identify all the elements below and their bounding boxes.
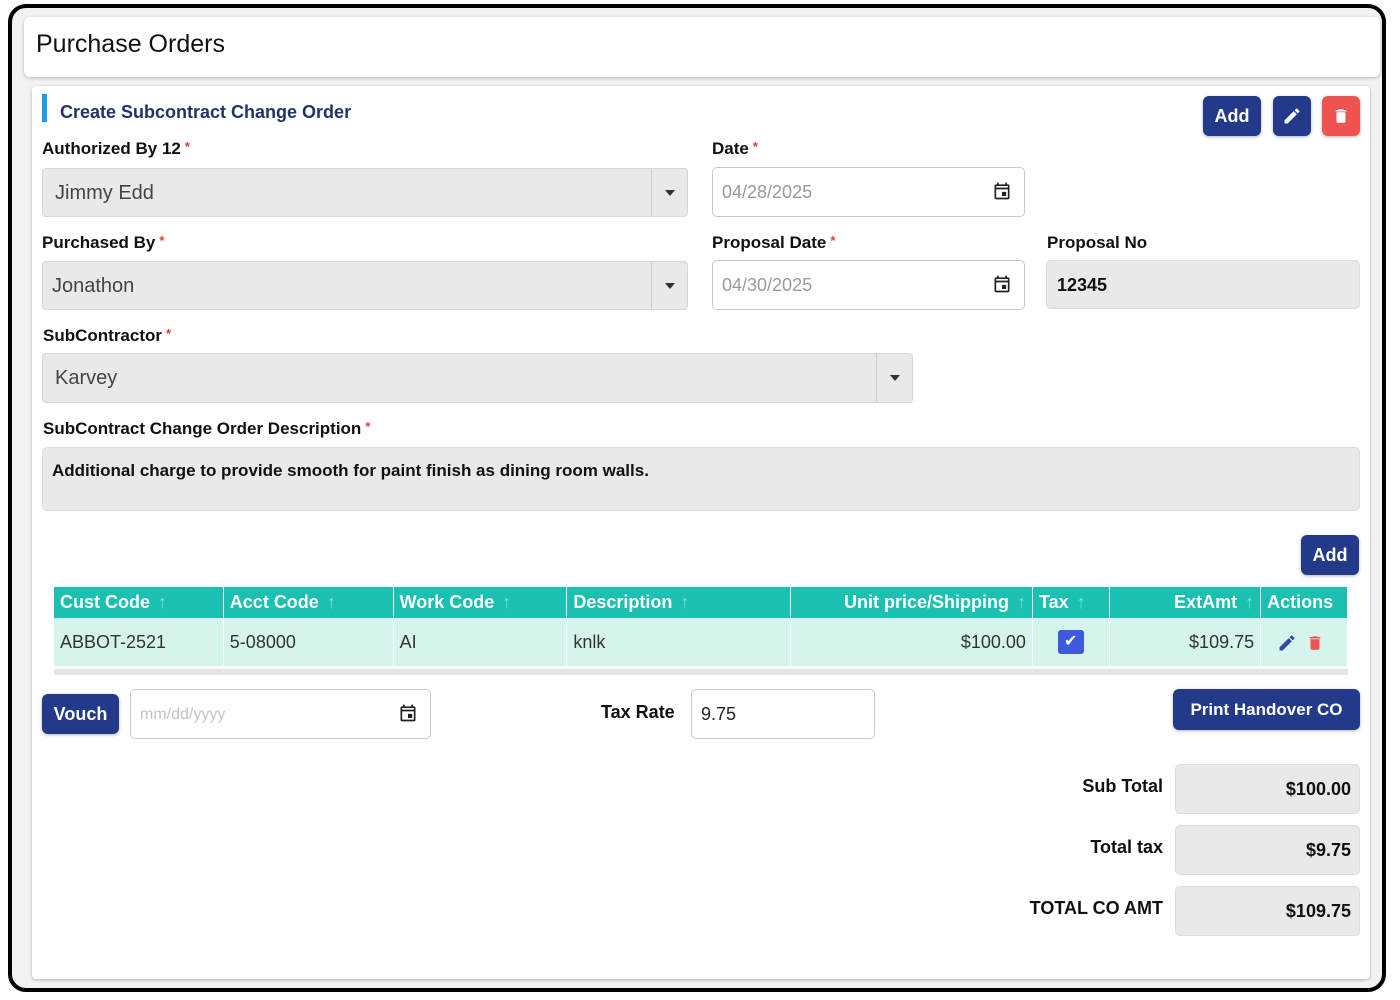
calendar-icon[interactable] xyxy=(398,702,418,724)
cell-acct-code: 5-08000 xyxy=(223,618,394,666)
authorized-by-value: Jimmy Edd xyxy=(55,182,154,204)
date-input[interactable]: 04/28/2025 xyxy=(712,167,1025,217)
cell-ext-amt: $109.75 xyxy=(1109,618,1262,666)
subcontractor-value: Karvey xyxy=(55,367,118,389)
change-order-panel: Create Subcontract Change Order Add Auth… xyxy=(32,86,1370,979)
sort-arrow-icon[interactable]: ↑ xyxy=(158,592,167,612)
sort-arrow-icon[interactable]: ↑ xyxy=(1017,592,1026,612)
subcontractor-select[interactable]: Karvey xyxy=(42,353,913,403)
chevron-down-icon[interactable] xyxy=(651,262,687,309)
delete-button[interactable] xyxy=(1322,96,1360,136)
page-title: Purchase Orders xyxy=(36,30,225,58)
calendar-icon[interactable] xyxy=(992,273,1012,295)
column-header-description[interactable]: Description ↑ xyxy=(566,587,792,618)
total-tax-label: Total tax xyxy=(1090,837,1163,857)
table-scrollbar[interactable] xyxy=(54,669,1348,675)
purchased-by-label: Purchased By * xyxy=(42,233,165,252)
authorized-by-select[interactable]: Jimmy Edd xyxy=(42,168,688,217)
tax-rate-input[interactable]: 9.75 xyxy=(691,689,875,739)
column-header-cust-code[interactable]: Cust Code ↑ xyxy=(54,587,224,618)
table-header-row: Cust Code ↑ Acct Code ↑ Work Code ↑ Descrip… xyxy=(54,587,1348,618)
column-header-tax[interactable]: Tax ↑ xyxy=(1032,587,1110,618)
sort-arrow-icon[interactable]: ↑ xyxy=(680,592,689,612)
purchased-by-value: Jonathon xyxy=(52,275,135,297)
vouch-date-input[interactable]: mm/dd/yyyy xyxy=(130,689,431,739)
trash-icon xyxy=(1335,109,1347,123)
tax-checkbox[interactable]: ✔ xyxy=(1057,630,1084,654)
cell-cust-code: ABBOT-2521 xyxy=(54,618,224,666)
calendar-icon[interactable] xyxy=(992,180,1012,202)
total-co-amt-label: TOTAL CO AMT xyxy=(1029,898,1163,918)
sub-total-value: $100.00 xyxy=(1175,764,1360,814)
proposal-no-label: Proposal No xyxy=(1047,233,1148,252)
column-header-acct-code[interactable]: Acct Code ↑ xyxy=(223,587,394,618)
subcontractor-label: SubContractor * xyxy=(43,326,172,345)
proposal-date-label: Proposal Date * xyxy=(712,233,836,252)
table-row[interactable]: ABBOT-2521 5-08000 AI knlk $100.00 ✔ $10… xyxy=(54,618,1348,666)
section-accent-bar xyxy=(42,94,47,122)
vouch-button[interactable]: Vouch xyxy=(42,694,119,734)
page-header: Purchase Orders xyxy=(24,17,1380,77)
sub-total-label: Sub Total xyxy=(1082,776,1163,796)
sort-arrow-icon[interactable]: ↑ xyxy=(502,592,511,612)
cell-actions xyxy=(1260,618,1348,666)
chevron-down-icon[interactable] xyxy=(876,354,912,402)
proposal-no-field[interactable]: 12345 xyxy=(1046,260,1360,309)
cell-tax: ✔ xyxy=(1032,618,1110,666)
line-items-table: Cust Code ↑ Acct Code ↑ Work Code ↑ Descrip… xyxy=(54,587,1348,666)
pencil-icon xyxy=(1284,108,1300,124)
trash-icon[interactable] xyxy=(1306,633,1324,653)
section-title: Create Subcontract Change Order xyxy=(60,102,352,122)
pencil-icon[interactable] xyxy=(1277,633,1297,653)
cell-work-code: AI xyxy=(393,618,568,666)
proposal-date-input[interactable]: 04/30/2025 xyxy=(712,260,1025,310)
tax-rate-label: Tax Rate xyxy=(601,702,675,722)
total-co-amt-value: $109.75 xyxy=(1175,886,1360,936)
add-button[interactable]: Add xyxy=(1203,96,1261,136)
purchased-by-select[interactable]: Jonathon xyxy=(42,261,688,310)
cell-description: knlk xyxy=(566,618,792,666)
column-header-unit-price[interactable]: Unit price/Shipping ↑ xyxy=(790,587,1033,618)
total-tax-value: $9.75 xyxy=(1175,825,1360,875)
sort-arrow-icon[interactable]: ↑ xyxy=(1245,592,1254,612)
column-header-actions: Actions xyxy=(1260,587,1348,618)
edit-button[interactable] xyxy=(1273,96,1311,136)
chevron-down-icon[interactable] xyxy=(651,169,687,216)
date-label: Date * xyxy=(712,139,758,158)
authorized-by-label: Authorized By 12 * xyxy=(42,139,190,158)
sort-arrow-icon[interactable]: ↑ xyxy=(327,592,336,612)
column-header-ext-amt[interactable]: ExtAmt ↑ xyxy=(1109,587,1262,618)
column-header-work-code[interactable]: Work Code ↑ xyxy=(393,587,568,618)
print-handover-button[interactable]: Print Handover CO xyxy=(1173,689,1360,730)
sort-arrow-icon[interactable]: ↑ xyxy=(1077,592,1086,612)
cell-unit-price: $100.00 xyxy=(790,618,1033,666)
description-textarea[interactable]: Additional charge to provide smooth for … xyxy=(42,447,1360,511)
add-line-button[interactable]: Add xyxy=(1301,535,1359,575)
description-label: SubContract Change Order Description * xyxy=(43,419,371,438)
